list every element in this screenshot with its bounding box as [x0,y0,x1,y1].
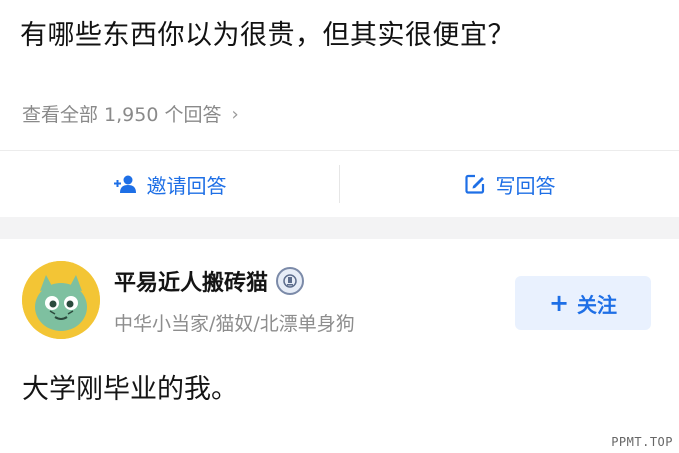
write-answer-button[interactable]: 写回答 [340,151,679,217]
verified-badge-icon [276,267,305,295]
view-all-label: 查看全部 1,950 个回答 [22,104,222,126]
section-separator [0,217,679,239]
follow-button[interactable]: + 关注 [515,276,651,330]
invite-answer-button[interactable]: 邀请回答 [0,151,339,217]
invite-user-icon [113,174,137,194]
answer-card: 平易近人搬砖猫 中华小当家/猫奴/北漂单身狗 + 关注 大学刚毕业的我。 [0,239,679,453]
author-bio: 中华小当家/猫奴/北漂单身狗 [114,313,355,335]
invite-answer-label: 邀请回答 [146,173,227,198]
plus-icon: + [548,289,570,317]
watermark: PPMT.TOP [611,435,673,449]
action-bar: 邀请回答 写回答 [0,150,679,218]
answer-content: 大学刚毕业的我。 [22,374,238,405]
author-name-row[interactable]: 平易近人搬砖猫 [114,265,305,297]
author-name: 平易近人搬砖猫 [114,271,269,296]
follow-label: 关注 [577,292,618,317]
write-answer-label: 写回答 [495,173,556,198]
edit-icon [464,173,486,195]
avatar[interactable] [22,261,100,339]
question-title: 有哪些东西你以为很贵，但其实很便宜？ [20,20,515,51]
view-all-answers-link[interactable]: 查看全部 1,950 个回答 › [22,100,239,130]
chevron-right-icon: › [231,104,239,125]
